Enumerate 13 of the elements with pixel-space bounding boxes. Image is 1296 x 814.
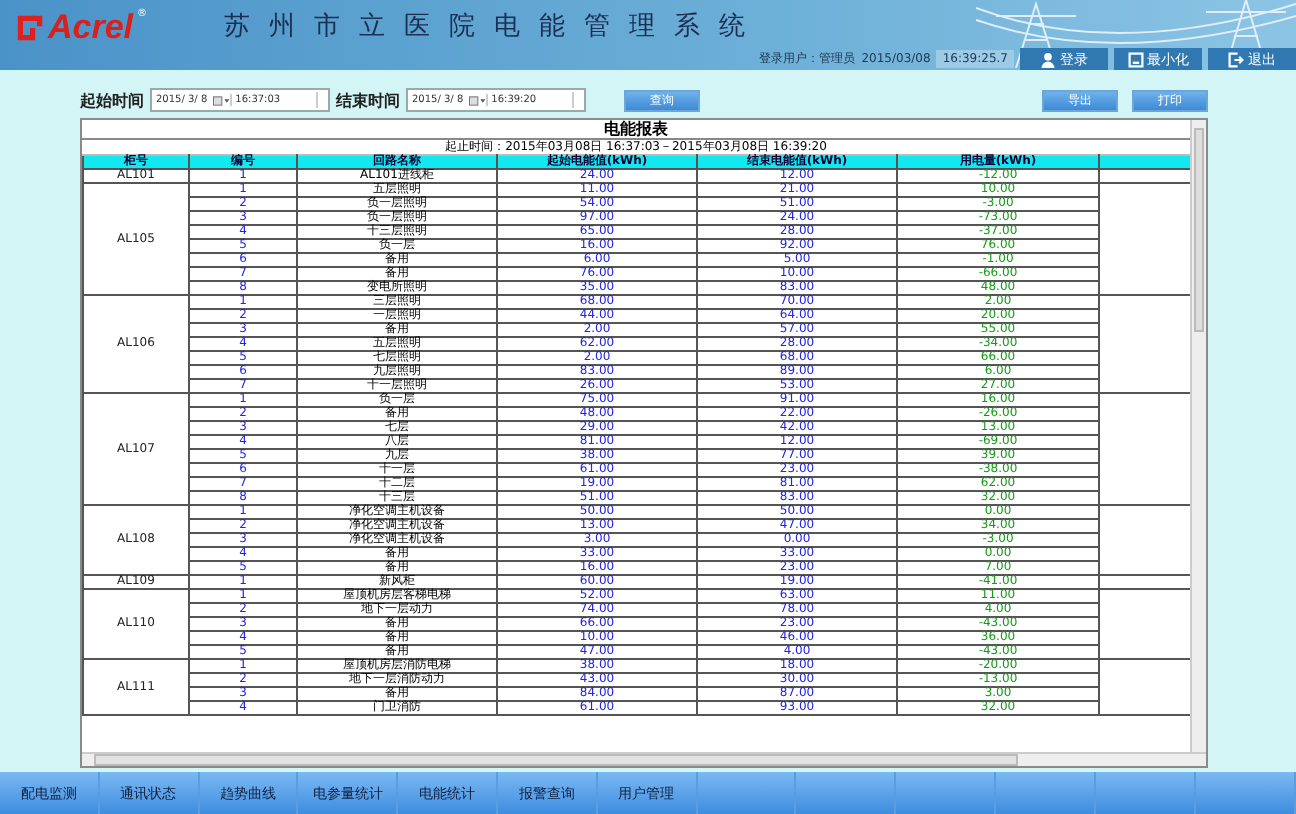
logo-icon [16,14,44,42]
user-icon [1040,51,1056,67]
end-time-label: 结束时间 [336,89,400,111]
vertical-scrollbar[interactable] [1190,120,1206,752]
exit-icon [1228,51,1244,67]
start-time-label: 起始时间 [80,89,144,111]
calendar-icon[interactable] [211,95,230,105]
calendar-icon[interactable] [467,95,486,105]
minimize-icon [1127,51,1143,67]
report-title: 电能报表 [82,120,1190,140]
app-title: 苏州市立医院电能管理系统 [224,10,764,44]
logo-text: Acrel [48,8,134,48]
horizontal-scrollbar[interactable] [82,752,1206,766]
